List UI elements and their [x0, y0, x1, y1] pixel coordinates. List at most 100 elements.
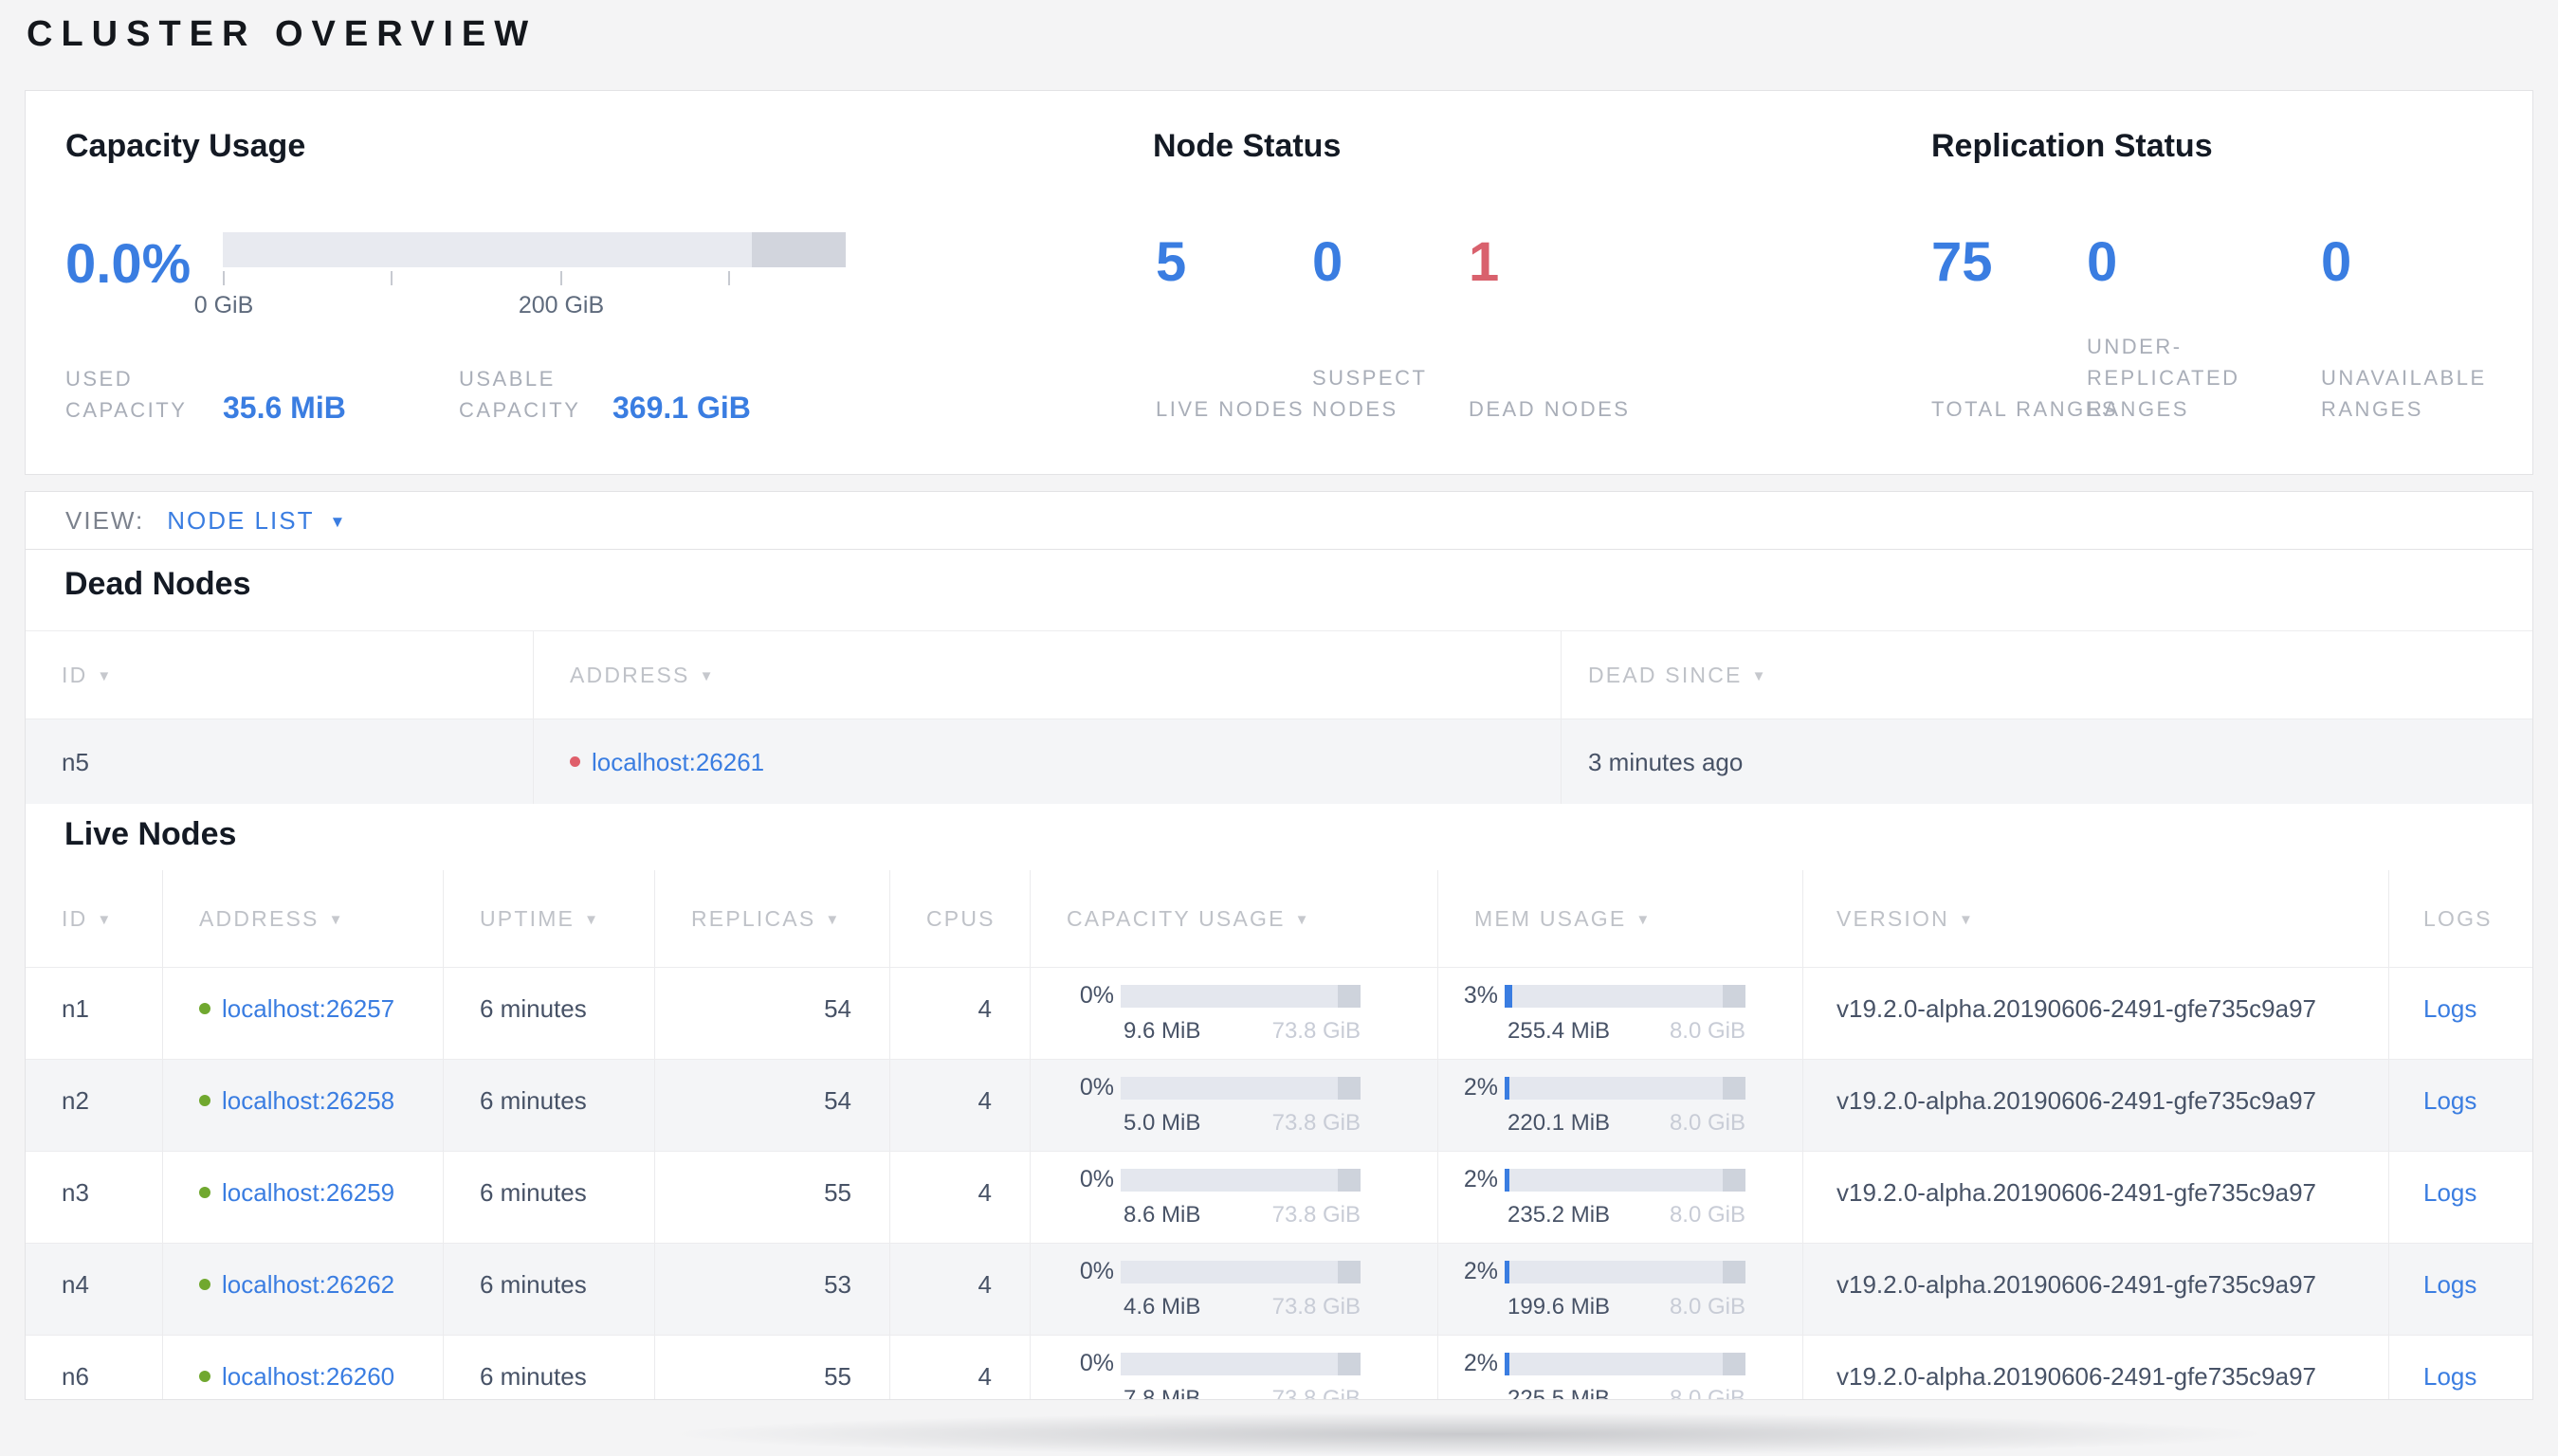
unavailable-label: UNAVAILABLE RANGES [2321, 366, 2487, 421]
mem-used-value: 225.5 MiB [1507, 1386, 1611, 1400]
column-header-label: UPTIME [480, 905, 576, 931]
mem-percent-label: 2% [1463, 1350, 1498, 1376]
table-row: n2 localhost:26258 6 minutes 54 4 0% 5.0… [26, 1059, 2532, 1151]
sort-icon: ▼ [1294, 911, 1311, 928]
cpus-cell: 4 [890, 968, 1031, 1059]
node-address-link[interactable]: localhost:26259 [222, 1178, 394, 1207]
capacity-percent-label: 0% [1079, 1258, 1114, 1284]
logs-link[interactable]: Logs [2423, 1086, 2476, 1115]
column-header-label: CAPACITY USAGE [1067, 905, 1286, 931]
live-nodes-stat: 5 LIVE NODES [1156, 233, 1303, 422]
chevron-down-icon: ▼ [329, 513, 346, 531]
logs-link[interactable]: Logs [2423, 1178, 2476, 1207]
page-title: CLUSTER OVERVIEW [27, 14, 538, 54]
node-address-cell: localhost:26257 [163, 968, 444, 1059]
mem-bar-reserved [1722, 1352, 1745, 1375]
mem-bar [1505, 1260, 1745, 1283]
sort-icon: ▼ [584, 911, 601, 928]
mem-total-value: 8.0 GiB [1669, 1018, 1745, 1044]
nodes-panel: Dead Nodes ID ▼ ADDRESS ▼ DEAD SINCE ▼ n… [25, 550, 2533, 1400]
dead-nodes-rows: n5 localhost:26261 3 minutes ago [26, 719, 2532, 804]
live-nodes-rows: n1 localhost:26257 6 minutes 54 4 0% 9.6… [26, 967, 2532, 1400]
replicas-cell: 55 [655, 1336, 890, 1399]
mem-bar-fill [1505, 1076, 1510, 1100]
table-row: n5 localhost:26261 3 minutes ago [26, 719, 2532, 804]
column-header-label: ID [62, 905, 88, 931]
node-id-cell: n5 [26, 719, 534, 804]
mem-bar [1505, 1352, 1745, 1375]
logs-link[interactable]: Logs [2423, 1270, 2476, 1299]
column-header-id[interactable]: ID ▼ [26, 631, 534, 719]
mem-total-value: 8.0 GiB [1669, 1202, 1745, 1228]
mem-bar-fill [1505, 1260, 1510, 1283]
mem-bar [1505, 1076, 1745, 1100]
view-dropdown[interactable]: NODE LIST ▼ [167, 506, 345, 536]
node-status-title: Node Status [1153, 128, 1342, 164]
mem-total-value: 8.0 GiB [1669, 1386, 1745, 1400]
live-status-icon [199, 1371, 210, 1382]
node-address-link[interactable]: localhost:26260 [222, 1362, 394, 1391]
column-header-address[interactable]: ADDRESS ▼ [163, 870, 444, 967]
axis-tick [728, 271, 730, 285]
node-address-link[interactable]: localhost:26261 [592, 748, 764, 776]
capacity-bar-reserved [1337, 984, 1361, 1008]
used-capacity-stat: USED CAPACITY 35.6 MiB [65, 363, 346, 426]
logs-link[interactable]: Logs [2423, 994, 2476, 1023]
live-status-icon [199, 1279, 210, 1290]
mem-bar-reserved [1722, 984, 1745, 1008]
column-header-version[interactable]: VERSION ▼ [1803, 870, 2389, 967]
version-cell: v19.2.0-alpha.20190606-2491-gfe735c9a97 [1803, 1060, 2389, 1151]
bottom-shadow [664, 1412, 2275, 1456]
uptime-cell: 6 minutes [444, 968, 655, 1059]
live-status-icon [199, 1003, 210, 1014]
logs-link[interactable]: Logs [2423, 1362, 2476, 1391]
mem-usage-cell: 2% 235.2 MiB 8.0 GiB [1438, 1152, 1803, 1243]
column-header-id[interactable]: ID ▼ [26, 870, 163, 967]
sort-icon: ▼ [97, 911, 114, 928]
view-selected-value: NODE LIST [167, 505, 315, 535]
capacity-used-value: 4.6 MiB [1124, 1294, 1201, 1320]
version-cell: v19.2.0-alpha.20190606-2491-gfe735c9a97 [1803, 1244, 2389, 1335]
node-address-link[interactable]: localhost:26258 [222, 1086, 394, 1115]
node-address-link[interactable]: localhost:26262 [222, 1270, 394, 1299]
capacity-bar-reserved [1337, 1352, 1361, 1375]
sort-icon: ▼ [699, 667, 716, 684]
replication-status-title: Replication Status [1931, 128, 2213, 164]
dead-status-icon [570, 756, 580, 767]
live-nodes-table: ID ▼ ADDRESS ▼ UPTIME ▼ REPLICAS ▼ CPUS … [26, 870, 2532, 1400]
column-header-capacity-usage[interactable]: CAPACITY USAGE ▼ [1031, 870, 1438, 967]
column-header-label: ADDRESS [199, 905, 320, 931]
axis-tick-label: 0 GiB [193, 292, 254, 318]
dead-nodes-count: 1 [1469, 231, 1500, 293]
node-id-cell: n2 [26, 1060, 163, 1151]
version-cell: v19.2.0-alpha.20190606-2491-gfe735c9a97 [1803, 1152, 2389, 1243]
mem-used-value: 199.6 MiB [1507, 1294, 1611, 1320]
column-header-address[interactable]: ADDRESS ▼ [534, 631, 1562, 719]
capacity-usage-cell: 0% 7.8 MiB 73.8 GiB [1031, 1336, 1438, 1400]
column-header-label: MEM USAGE [1474, 905, 1627, 931]
sort-icon: ▼ [1635, 911, 1653, 928]
capacity-total-value: 73.8 GiB [1271, 1386, 1361, 1400]
usable-capacity-label: USABLE CAPACITY [459, 367, 581, 422]
column-header-replicas[interactable]: REPLICAS ▼ [655, 870, 890, 967]
suspect-nodes-stat: 0 SUSPECT NODES [1312, 233, 1425, 422]
total-ranges-stat: 75 TOTAL RANGES [1931, 233, 2116, 422]
column-header-label: VERSION [1836, 905, 1949, 931]
mem-total-value: 8.0 GiB [1669, 1294, 1745, 1320]
sort-icon: ▼ [1751, 667, 1768, 684]
mem-used-value: 220.1 MiB [1507, 1110, 1611, 1136]
used-capacity-label: USED CAPACITY [65, 367, 188, 422]
mem-bar [1505, 984, 1745, 1008]
column-header-dead-since[interactable]: DEAD SINCE ▼ [1562, 631, 2532, 719]
capacity-percent-label: 0% [1079, 1166, 1114, 1192]
capacity-percent-label: 0% [1079, 1350, 1114, 1376]
mem-percent-label: 2% [1463, 1166, 1498, 1192]
column-header-uptime[interactable]: UPTIME ▼ [444, 870, 655, 967]
mem-bar-fill [1505, 1352, 1510, 1375]
version-cell: v19.2.0-alpha.20190606-2491-gfe735c9a97 [1803, 968, 2389, 1059]
column-header-mem-usage[interactable]: MEM USAGE ▼ [1438, 870, 1803, 967]
capacity-used-value: 7.8 MiB [1124, 1386, 1201, 1400]
node-id-cell: n4 [26, 1244, 163, 1335]
mem-usage-cell: 3% 255.4 MiB 8.0 GiB [1438, 968, 1803, 1059]
node-address-link[interactable]: localhost:26257 [222, 994, 394, 1023]
